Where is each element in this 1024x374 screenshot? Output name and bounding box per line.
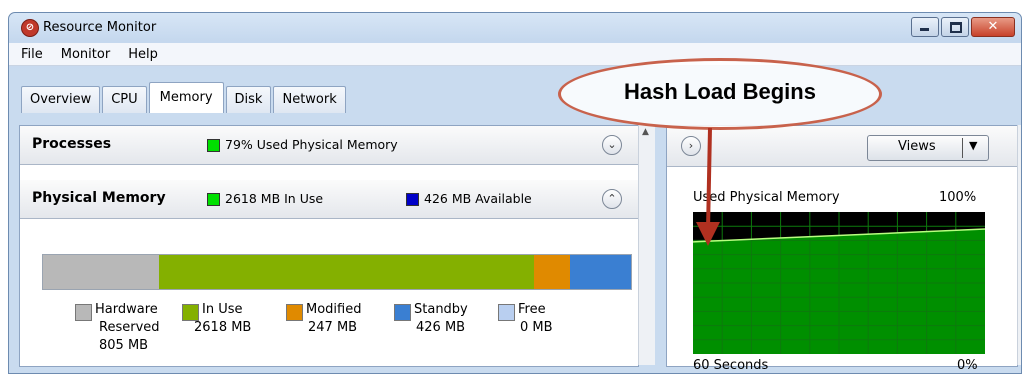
graph-max-label: 100% bbox=[939, 190, 977, 205]
maximize-icon bbox=[950, 22, 962, 33]
free-swatch bbox=[498, 304, 515, 321]
physical-memory-section-header[interactable]: Physical Memory 2618 MB In Use 426 MB Av… bbox=[20, 180, 638, 219]
views-dropdown-icon[interactable]: ▼ bbox=[969, 139, 977, 152]
modified-swatch bbox=[286, 304, 303, 321]
in-use-swatch bbox=[207, 193, 220, 206]
modified-label: Modified bbox=[306, 302, 362, 317]
left-pane-scrollbar[interactable]: ▲ bbox=[638, 125, 655, 365]
in-use-legend-swatch bbox=[182, 304, 199, 321]
views-separator bbox=[962, 138, 963, 158]
menu-help[interactable]: Help bbox=[128, 47, 158, 62]
close-icon: ✕ bbox=[987, 19, 999, 34]
views-label: Views bbox=[898, 139, 936, 154]
tab-network[interactable]: Network bbox=[273, 86, 346, 113]
physical-memory-title: Physical Memory bbox=[32, 190, 166, 206]
hardware-reserved-label: Hardware bbox=[95, 302, 158, 317]
in-use-summary: 2618 MB In Use bbox=[225, 191, 324, 206]
tab-cpu[interactable]: CPU bbox=[102, 86, 147, 113]
right-scroll-up-arrow-icon[interactable]: ▲ bbox=[1021, 127, 1022, 137]
graph-time-label: 60 Seconds bbox=[693, 358, 769, 373]
tab-disk[interactable]: Disk bbox=[225, 86, 272, 113]
free-label: Free bbox=[518, 302, 546, 317]
used-memory-swatch bbox=[207, 139, 220, 152]
processes-title: Processes bbox=[32, 136, 112, 152]
in-use-value: 2618 MB bbox=[194, 320, 252, 335]
arrow-shaft bbox=[706, 127, 712, 231]
memory-bar-in-use bbox=[158, 255, 535, 289]
maximize-button[interactable] bbox=[941, 17, 969, 37]
memory-bar-hardware-reserved bbox=[43, 255, 159, 289]
menu-file[interactable]: File bbox=[21, 47, 43, 62]
menu-bar: File Monitor Help bbox=[9, 43, 1021, 66]
scroll-up-arrow-icon[interactable]: ▲ bbox=[642, 127, 649, 137]
minimize-button[interactable] bbox=[911, 17, 939, 37]
standby-label: Standby bbox=[414, 302, 468, 317]
available-summary: 426 MB Available bbox=[424, 191, 532, 206]
minimize-icon bbox=[920, 28, 929, 31]
close-button[interactable]: ✕ bbox=[971, 17, 1015, 37]
views-button[interactable]: Views ▼ bbox=[867, 135, 989, 161]
hardware-reserved-swatch bbox=[75, 304, 92, 321]
standby-swatch bbox=[394, 304, 411, 321]
standby-value: 426 MB bbox=[416, 320, 466, 335]
tab-overview[interactable]: Overview bbox=[21, 86, 101, 113]
graph-min-label: 0% bbox=[957, 358, 978, 373]
menu-monitor[interactable]: Monitor bbox=[61, 47, 110, 62]
free-value: 0 MB bbox=[520, 320, 553, 335]
memory-bar-modified bbox=[534, 255, 570, 289]
collapse-physical-memory-icon[interactable]: ⌃ bbox=[602, 189, 622, 209]
memory-details-pane: Processes 79% Used Physical Memory ⌄ Phy… bbox=[19, 125, 639, 367]
modified-value: 247 MB bbox=[308, 320, 358, 335]
hardware-reserved-label-line2: Reserved bbox=[99, 320, 160, 335]
memory-bar-standby bbox=[569, 255, 631, 289]
right-pane-scrollbar[interactable]: ▲ bbox=[1017, 125, 1022, 365]
tab-strip: Overview CPU Memory Disk Network bbox=[21, 73, 348, 113]
processes-section-header[interactable]: Processes 79% Used Physical Memory ⌄ bbox=[20, 126, 638, 165]
hardware-reserved-value: 805 MB bbox=[99, 338, 149, 353]
tab-memory[interactable]: Memory bbox=[148, 82, 224, 113]
used-physical-memory-graph bbox=[693, 212, 985, 354]
arrow-head-icon bbox=[696, 222, 720, 246]
available-swatch bbox=[406, 193, 419, 206]
window-title: Resource Monitor bbox=[43, 20, 157, 35]
resource-monitor-icon: ⊘ bbox=[21, 19, 39, 37]
annotation-arrow bbox=[696, 127, 720, 246]
annotation-text: Hash Load Begins bbox=[624, 79, 816, 104]
physical-memory-bar bbox=[42, 254, 632, 290]
used-memory-summary: 79% Used Physical Memory bbox=[225, 137, 398, 152]
in-use-label: In Use bbox=[202, 302, 243, 317]
window-controls: ✕ bbox=[909, 17, 1015, 37]
resource-monitor-window: ⊘ Resource Monitor ✕ File Monitor Help O… bbox=[8, 12, 1022, 374]
expand-processes-icon[interactable]: ⌄ bbox=[602, 135, 622, 155]
title-bar[interactable]: ⊘ Resource Monitor ✕ bbox=[9, 13, 1021, 43]
